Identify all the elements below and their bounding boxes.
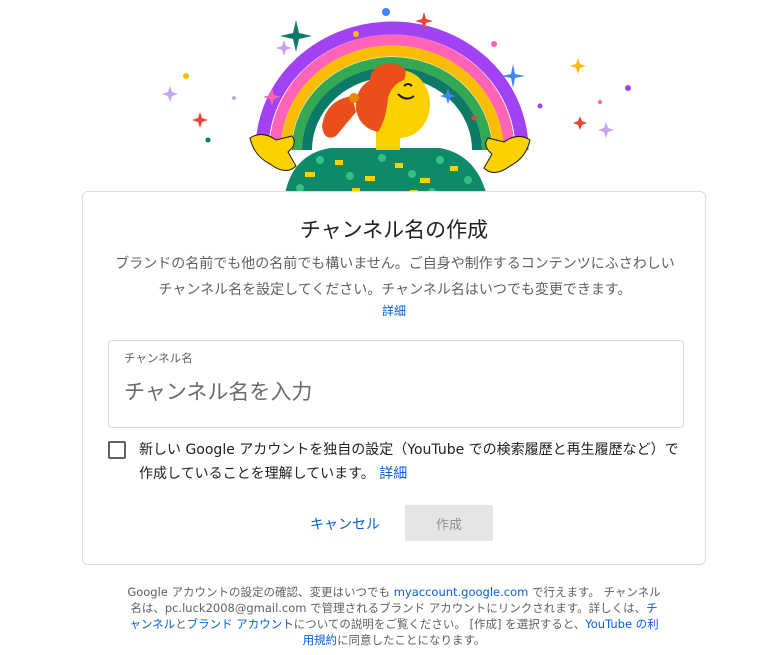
acknowledge-checkbox[interactable]: [108, 441, 126, 459]
acknowledge-text: 新しい Google アカウントを独自の設定（YouTube での検索履歴と再生…: [139, 438, 684, 486]
left-hand: [249, 134, 297, 171]
dialog-description: ブランドの名前でも他の名前でも構いません。ご自身や制作するコンテンツにふさわしい…: [115, 256, 675, 298]
acknowledge-label: 新しい Google アカウントを独自の設定（YouTube での検索履歴と再生…: [139, 442, 679, 482]
footer-text-1: Google アカウントの設定の確認、変更はいつでも: [127, 585, 394, 599]
right-hand: [483, 136, 531, 173]
channel-name-input[interactable]: [124, 374, 664, 410]
dialog-title: チャンネル名の作成: [299, 218, 489, 242]
channel-name-field[interactable]: チャンネル名: [108, 340, 684, 428]
channel-name-label: チャンネル名: [124, 351, 193, 365]
footer-notice: Google アカウントの設定の確認、変更はいつでも myaccount.goo…: [126, 584, 662, 648]
myaccount-link[interactable]: myaccount.google.com: [394, 585, 529, 599]
details-link[interactable]: 詳細: [382, 304, 406, 318]
create-button[interactable]: 作成: [405, 505, 493, 541]
footer-text-3: と: [175, 617, 187, 631]
acknowledge-details-link[interactable]: 詳細: [379, 466, 407, 482]
footer-text-4: についての説明をご覧ください。 [作成] を選択すると、: [293, 617, 586, 631]
footer-text-5: に同意したことになります。: [337, 633, 486, 647]
create-channel-dialog: チャンネル名の作成 ブランドの名前でも他の名前でも構いません。ご自身や制作するコ…: [82, 191, 706, 565]
hair-tie: [349, 93, 359, 103]
cancel-button[interactable]: キャンセル: [305, 507, 385, 541]
rainbow-person-illustration: [162, 8, 631, 200]
brand-account-link[interactable]: ブランド アカウント: [187, 617, 294, 631]
